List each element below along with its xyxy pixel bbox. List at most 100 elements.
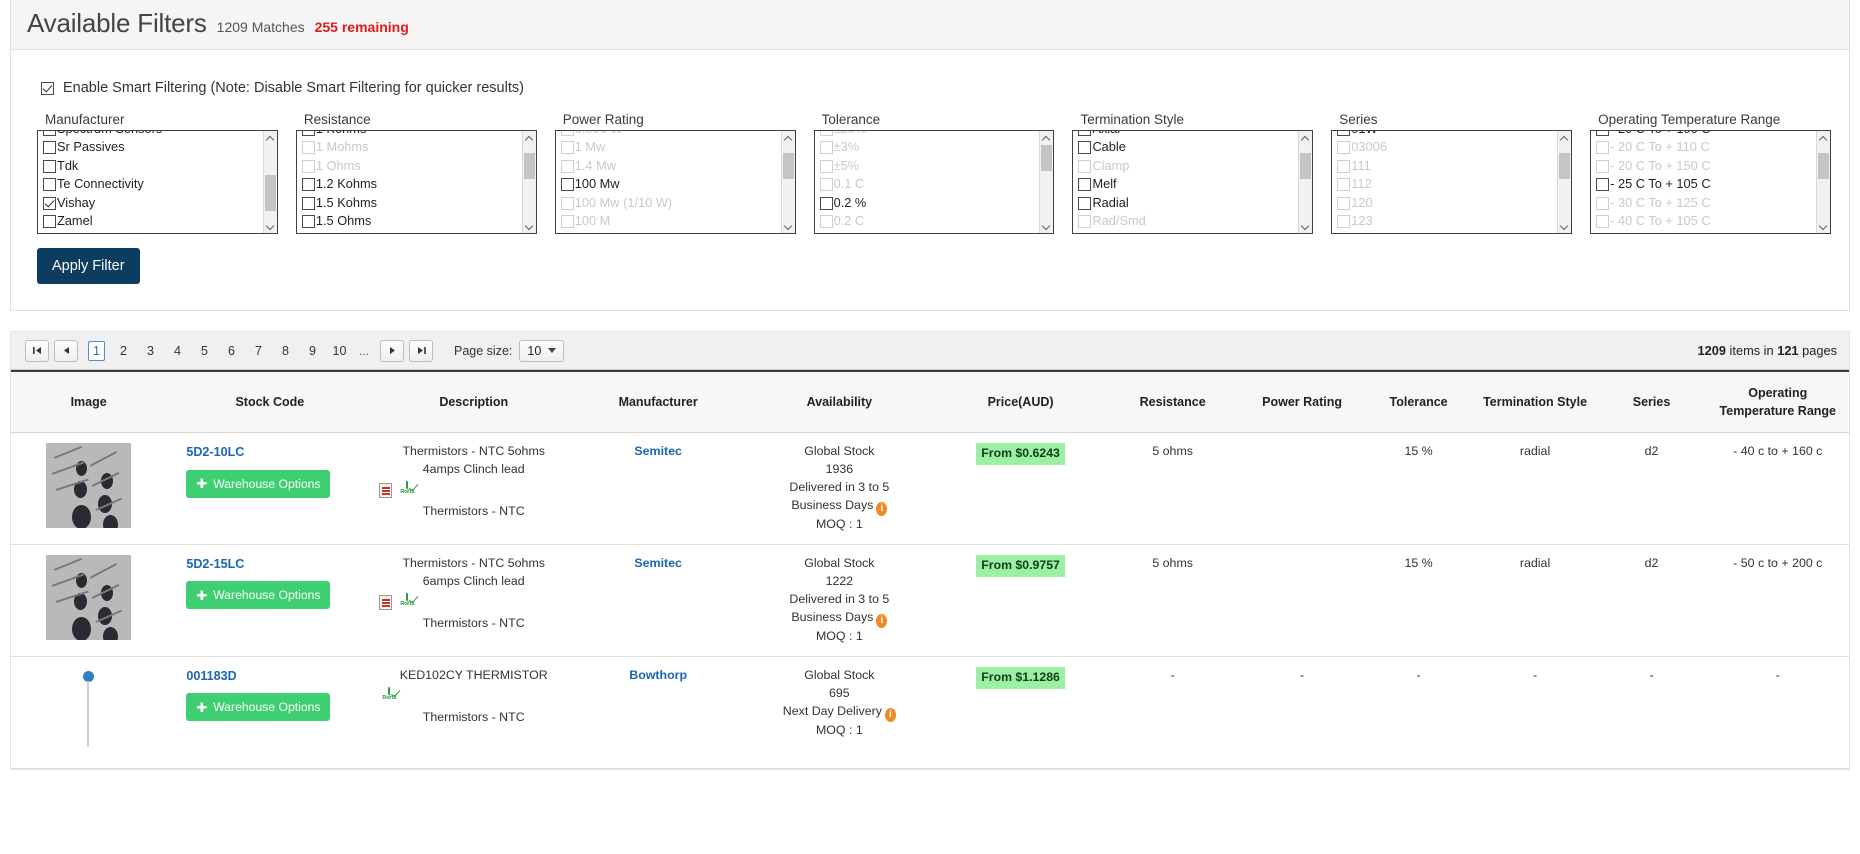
scroll-down-icon[interactable] xyxy=(782,219,795,233)
filter-option-checkbox[interactable] xyxy=(43,215,56,228)
filter-option-checkbox[interactable] xyxy=(1596,130,1609,136)
next-page-button[interactable] xyxy=(380,340,404,362)
scrollbar-thumb[interactable] xyxy=(1818,153,1829,179)
pagination-page-5[interactable]: 5 xyxy=(196,341,213,361)
filter-option-checkbox[interactable] xyxy=(302,130,315,136)
filter-option-checkbox[interactable] xyxy=(1078,130,1091,136)
manufacturer-link[interactable]: Bowthorp xyxy=(629,668,687,682)
datasheet-pdf-icon[interactable] xyxy=(379,483,392,498)
smart-filtering-row[interactable]: Enable Smart Filtering (Note: Disable Sm… xyxy=(11,50,1849,112)
filter-option[interactable]: - 20 C To + 100 C xyxy=(1591,130,1816,139)
pagination-page-2[interactable]: 2 xyxy=(115,341,132,361)
column-header-resistance[interactable]: Resistance xyxy=(1105,371,1241,433)
column-header-availability[interactable]: Availability xyxy=(742,371,936,433)
pagination-page-7[interactable]: 7 xyxy=(250,341,267,361)
warehouse-options-button[interactable]: ✚Warehouse Options xyxy=(186,693,330,721)
filter-option[interactable]: 1.5 Kohms xyxy=(297,194,522,213)
column-header-tolerance[interactable]: Tolerance xyxy=(1364,371,1474,433)
filter-option-checkbox[interactable] xyxy=(1078,178,1091,191)
filter-scrollbar[interactable] xyxy=(522,131,536,233)
column-header-series[interactable]: Series xyxy=(1597,371,1707,433)
column-header-price-aud-[interactable]: Price(AUD) xyxy=(936,371,1104,433)
scroll-down-icon[interactable] xyxy=(264,219,277,233)
stock-code-link[interactable]: 5D2-15LC xyxy=(186,555,367,573)
apply-filter-button[interactable]: Apply Filter xyxy=(37,248,140,284)
datasheet-pdf-icon[interactable] xyxy=(379,595,392,610)
filter-option[interactable]: 1.5 Ohms xyxy=(297,213,522,232)
filter-option-checkbox[interactable] xyxy=(302,197,315,210)
filter-option-checkbox[interactable] xyxy=(1337,130,1350,136)
scroll-down-icon[interactable] xyxy=(1817,219,1830,233)
filter-option-checkbox[interactable] xyxy=(302,178,315,191)
column-header-stock-code[interactable]: Stock Code xyxy=(166,371,373,433)
filter-option[interactable]: 1 Kohms xyxy=(297,130,522,139)
column-header-description[interactable]: Description xyxy=(373,371,574,433)
product-thumbnail[interactable] xyxy=(46,667,131,752)
filter-option[interactable]: 1.2 Kohms xyxy=(297,176,522,195)
scroll-up-icon[interactable] xyxy=(1040,131,1053,145)
filter-scrollbar[interactable] xyxy=(1039,131,1053,233)
filter-option[interactable]: Spectrum Sensors xyxy=(38,130,263,139)
column-header-operating-temperature-range[interactable]: Operating Temperature Range xyxy=(1707,371,1849,433)
smart-filtering-checkbox[interactable] xyxy=(41,82,54,95)
table-row[interactable]: 5D2-15LC✚Warehouse OptionsThermistors - … xyxy=(11,545,1849,657)
pagination-page-1[interactable]: 1 xyxy=(88,341,105,361)
filter-option-checkbox[interactable] xyxy=(1596,178,1609,191)
filter-option-checkbox[interactable] xyxy=(302,215,315,228)
filter-option-checkbox[interactable] xyxy=(1078,197,1091,210)
column-header-image[interactable]: Image xyxy=(11,371,166,433)
filter-option[interactable]: 100 Mw xyxy=(556,176,781,195)
filter-option[interactable]: Zamel xyxy=(38,213,263,232)
warehouse-options-button[interactable]: ✚Warehouse Options xyxy=(186,581,330,609)
filter-option[interactable]: Radial xyxy=(1073,194,1298,213)
scrollbar-thumb[interactable] xyxy=(1300,153,1311,179)
filter-scrollbar[interactable] xyxy=(263,131,277,233)
product-thumbnail[interactable] xyxy=(46,555,131,640)
filter-option[interactable]: Vishay xyxy=(38,194,263,213)
stock-code-link[interactable]: 5D2-10LC xyxy=(186,443,367,461)
table-row[interactable]: 5D2-10LC✚Warehouse OptionsThermistors - … xyxy=(11,433,1849,545)
column-header-power-rating[interactable]: Power Rating xyxy=(1241,371,1364,433)
scrollbar-thumb[interactable] xyxy=(1559,153,1570,179)
filter-listbox[interactable]: ±20%±3%±5%0.1 C0.2 %0.2 C xyxy=(814,130,1055,234)
filter-option-checkbox[interactable] xyxy=(43,197,56,210)
info-icon[interactable]: i xyxy=(876,614,887,628)
filter-option-checkbox[interactable] xyxy=(43,178,56,191)
filter-option[interactable]: Axial xyxy=(1073,130,1298,139)
filter-option[interactable]: Sr Passives xyxy=(38,139,263,158)
scrollbar-thumb[interactable] xyxy=(1041,145,1052,171)
filter-option[interactable]: 01W xyxy=(1332,130,1557,139)
filter-listbox[interactable]: 0.006 W1 Mw1.4 Mw100 Mw100 Mw (1/10 W)10… xyxy=(555,130,796,234)
scroll-down-icon[interactable] xyxy=(1558,219,1571,233)
filter-scrollbar[interactable] xyxy=(1557,131,1571,233)
filter-option-checkbox[interactable] xyxy=(43,141,56,154)
pagination-page-6[interactable]: 6 xyxy=(223,341,240,361)
filter-scrollbar[interactable] xyxy=(781,131,795,233)
scroll-up-icon[interactable] xyxy=(523,131,536,145)
pagination-page-8[interactable]: 8 xyxy=(277,341,294,361)
scroll-down-icon[interactable] xyxy=(1299,219,1312,233)
pagination-page-10[interactable]: 10 xyxy=(331,341,348,361)
manufacturer-link[interactable]: Semitec xyxy=(634,444,682,458)
filter-option[interactable]: Cable xyxy=(1073,139,1298,158)
filter-option[interactable]: 0.2 % xyxy=(815,194,1040,213)
filter-listbox[interactable]: AxialCableClampMelfRadialRad/Smd xyxy=(1072,130,1313,234)
info-icon[interactable]: i xyxy=(876,502,887,516)
filter-option-checkbox[interactable] xyxy=(43,160,56,173)
pagination-page-3[interactable]: 3 xyxy=(142,341,159,361)
column-header-manufacturer[interactable]: Manufacturer xyxy=(574,371,742,433)
scrollbar-thumb[interactable] xyxy=(265,175,276,211)
manufacturer-link[interactable]: Semitec xyxy=(634,556,682,570)
scroll-down-icon[interactable] xyxy=(523,219,536,233)
filter-option[interactable]: Tdk xyxy=(38,157,263,176)
scroll-up-icon[interactable] xyxy=(1299,131,1312,145)
product-thumbnail[interactable] xyxy=(46,443,131,528)
page-size-select[interactable]: 10 xyxy=(519,340,564,362)
filter-scrollbar[interactable] xyxy=(1816,131,1830,233)
info-icon[interactable]: i xyxy=(885,708,896,722)
price-badge[interactable]: From $0.9757 xyxy=(976,555,1065,577)
filter-option-checkbox[interactable] xyxy=(43,130,56,136)
price-badge[interactable]: From $0.6243 xyxy=(976,443,1065,465)
column-header-termination-style[interactable]: Termination Style xyxy=(1474,371,1597,433)
stock-code-link[interactable]: 001183D xyxy=(186,667,367,685)
